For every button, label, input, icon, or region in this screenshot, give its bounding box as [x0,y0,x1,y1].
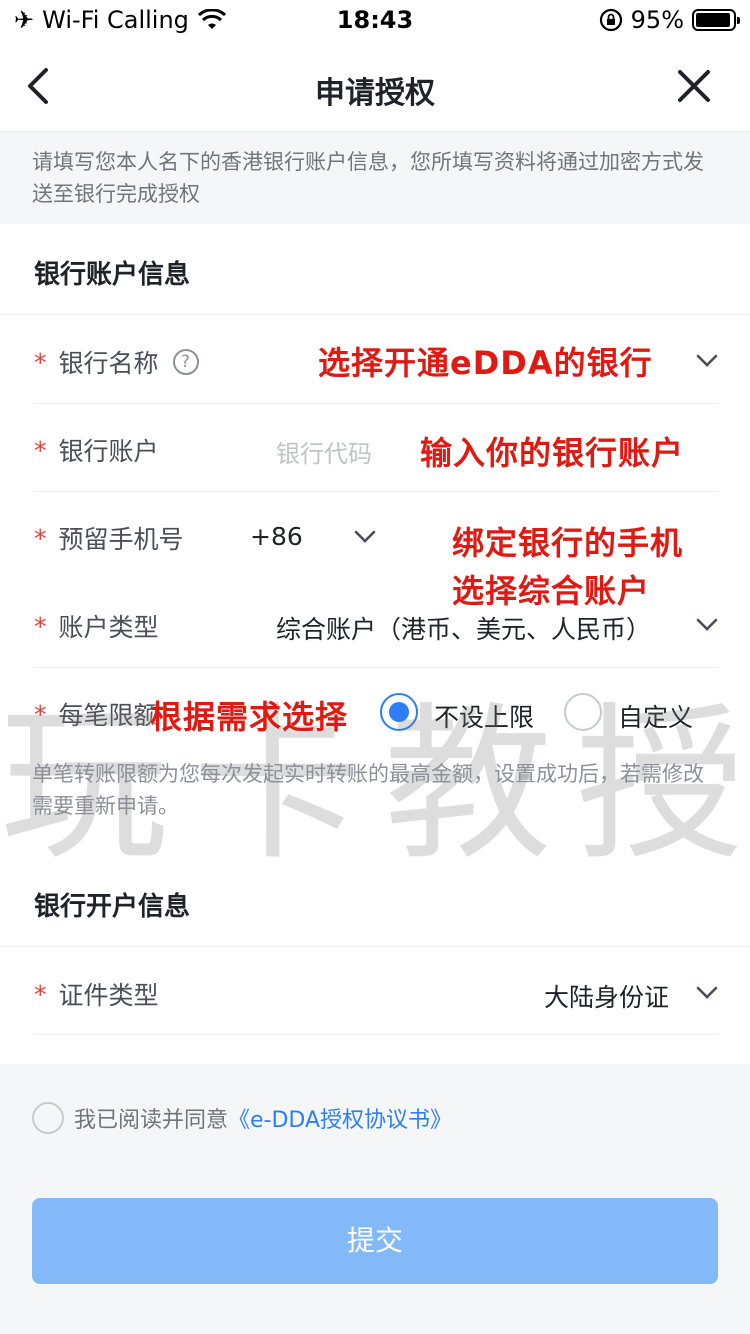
limit-hint: 单笔转账限额为您每次发起实时转账的最高金额，设置成功后，若需修改需要重新申请。 [32,762,704,818]
notice-banner: 请填写您本人名下的香港银行账户信息，您所填写资料将通过加密方式发送至银行完成授权 [0,132,750,224]
chevron-down-icon[interactable] [354,530,376,544]
agreement-row: 我已阅读并同意 《e-DDA授权协议书》 [32,1102,452,1134]
agreement-text: 我已阅读并同意 [74,1108,229,1133]
annotation-bind-phone: 绑定银行的手机 [452,524,684,562]
bank-account-label: * 银行账户 [34,432,159,468]
orientation-lock-icon [599,8,622,32]
status-bar: ✈ Wi-Fi Calling 18:43 95% [0,0,750,40]
phone-label-text: 预留手机号 [58,525,184,554]
account-type-label-text: 账户类型 [58,613,159,642]
agreement-link[interactable]: 《e-DDA授权协议书》 [228,1102,452,1134]
bank-name-label-text: 银行名称 [58,349,159,378]
bank-account-label-text: 银行账户 [58,437,159,466]
id-type-row[interactable]: * 证件类型 大陆身份证 [0,948,750,1036]
close-icon[interactable] [674,66,714,106]
required-mark: * [34,347,47,377]
required-mark: * [34,435,47,465]
nav-bar: 申请授权 [0,40,750,132]
chevron-down-icon[interactable] [696,618,718,632]
bank-code-input[interactable]: 银行代码 [276,434,372,469]
phone-label: * 预留手机号 [34,520,184,556]
chevron-down-icon[interactable] [696,986,718,1000]
divider [0,946,750,947]
required-mark: * [34,523,47,553]
id-type-value: 大陆身份证 [544,983,670,1012]
section-title-bank-open: 银行开户信息 [34,892,191,922]
annotation-select-account-type: 选择综合账户 [452,572,651,610]
agree-checkbox[interactable] [32,1102,64,1134]
annotation-enter-account: 输入你的银行账户 [420,434,685,472]
section-title-bank-account: 银行账户信息 [34,260,191,290]
id-type-label-text: 证件类型 [58,981,159,1010]
chevron-down-icon[interactable] [696,354,718,368]
account-type-value: 综合账户（港币、美元、人民币） [276,615,652,644]
page-title: 申请授权 [315,76,435,111]
divider [0,314,750,315]
battery-icon [692,9,740,31]
submit-button[interactable]: 提交 [32,1198,718,1284]
required-mark: * [34,979,47,1009]
battery-percent: 95% [630,6,684,34]
battery-fill [696,13,731,27]
account-type-label: * 账户类型 [34,608,159,644]
row-divider [34,1034,718,1035]
bank-name-label: * 银行名称 ? [34,344,199,380]
status-right: 95% [599,6,740,34]
id-type-label: * 证件类型 [34,976,159,1012]
help-icon[interactable]: ? [172,349,199,375]
annotation-select-limit: 根据需求选择 [150,698,349,736]
country-code-select[interactable]: +86 [250,522,303,551]
required-mark: * [34,611,47,641]
annotation-select-bank: 选择开通eDDA的银行 [318,344,653,382]
